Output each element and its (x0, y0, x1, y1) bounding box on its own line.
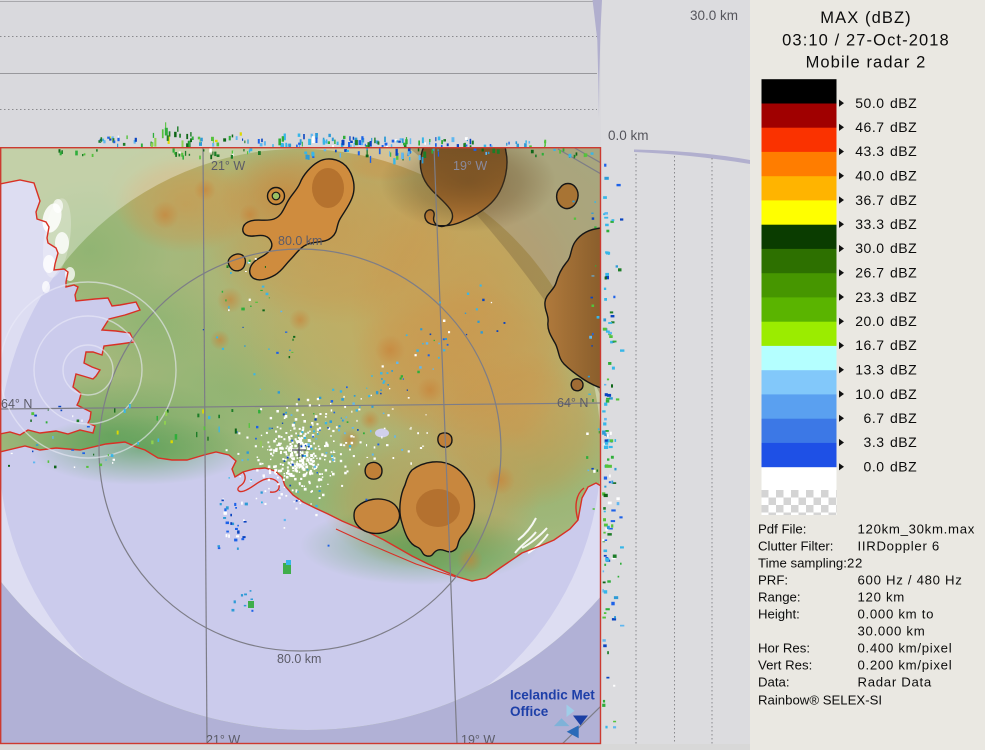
svg-text:Rainbow® SELEX-SI: Rainbow® SELEX-SI (758, 693, 882, 708)
svg-text:dBZ: dBZ (890, 168, 917, 184)
svg-text:30.000 km: 30.000 km (858, 624, 926, 639)
svg-text:Height:: Height: (758, 607, 800, 622)
svg-text:dBZ: dBZ (890, 265, 917, 281)
svg-text:dBZ: dBZ (890, 192, 917, 208)
svg-text:600 Hz / 480 Hz: 600 Hz / 480 Hz (858, 572, 963, 587)
svg-text:0.200 km/pixel: 0.200 km/pixel (858, 658, 953, 673)
svg-text:Range:: Range: (758, 590, 801, 605)
svg-text:Office: Office (510, 704, 549, 719)
svg-text:120 km: 120 km (858, 590, 905, 605)
svg-text:dBZ: dBZ (890, 216, 917, 232)
svg-text:0.0 km: 0.0 km (608, 128, 649, 143)
svg-text:33.3: 33.3 (855, 216, 884, 232)
svg-text:30.0 km: 30.0 km (690, 8, 738, 23)
svg-text:Radar Data: Radar Data (858, 675, 932, 690)
svg-text:0.0: 0.0 (864, 459, 885, 475)
svg-text:16.7: 16.7 (855, 337, 884, 353)
svg-text:Hor Res:: Hor Res: (758, 641, 810, 656)
svg-text:0.000 km to: 0.000 km to (858, 607, 935, 622)
svg-text:Vert Res:: Vert Res: (758, 658, 812, 673)
svg-text:Data:: Data: (758, 675, 790, 690)
svg-text:dBZ: dBZ (890, 459, 917, 475)
svg-text:64° N: 64° N (557, 396, 588, 410)
svg-text:Clutter Filter:: Clutter Filter: (758, 538, 833, 553)
svg-text:46.7: 46.7 (855, 119, 884, 135)
svg-text:30.0: 30.0 (855, 240, 884, 256)
svg-text:0.400 km/pixel: 0.400 km/pixel (858, 641, 953, 656)
svg-text:dBZ: dBZ (890, 95, 917, 111)
svg-text:dBZ: dBZ (890, 119, 917, 135)
svg-text:3.3: 3.3 (864, 434, 885, 450)
svg-text:dBZ: dBZ (890, 143, 917, 159)
svg-text:50.0: 50.0 (855, 95, 884, 111)
svg-text:40.0: 40.0 (855, 168, 884, 184)
svg-text:dBZ: dBZ (890, 362, 917, 378)
svg-text:Icelandic Met: Icelandic Met (510, 688, 595, 703)
svg-text:dBZ: dBZ (890, 386, 917, 402)
svg-text:6.7: 6.7 (864, 410, 885, 426)
svg-text:36.7: 36.7 (855, 192, 884, 208)
svg-text:13.3: 13.3 (855, 362, 884, 378)
svg-text:dBZ: dBZ (890, 313, 917, 329)
svg-text:80.0 km: 80.0 km (277, 652, 321, 666)
svg-text:26.7: 26.7 (855, 265, 884, 281)
svg-text:PRF:: PRF: (758, 572, 788, 587)
svg-text:80.0 km: 80.0 km (278, 234, 322, 248)
svg-text:20.0: 20.0 (855, 313, 884, 329)
svg-text:MAX (dBZ): MAX (dBZ) (820, 9, 912, 27)
svg-text:120km_30km.max: 120km_30km.max (858, 521, 976, 536)
svg-text:Time sampling:: Time sampling: (758, 555, 847, 570)
svg-text:10.0: 10.0 (855, 386, 884, 402)
svg-text:43.3: 43.3 (855, 143, 884, 159)
svg-text:23.3: 23.3 (855, 289, 884, 305)
svg-text:64° N: 64° N (1, 397, 32, 411)
svg-text:03:10 / 27-Oct-2018: 03:10 / 27-Oct-2018 (782, 32, 950, 50)
svg-text:dBZ: dBZ (890, 337, 917, 353)
svg-text:21° W: 21° W (211, 159, 245, 173)
svg-text:19° W: 19° W (453, 159, 487, 173)
svg-text:Mobile radar 2: Mobile radar 2 (806, 54, 927, 72)
svg-text:dBZ: dBZ (890, 240, 917, 256)
svg-text:Pdf File:: Pdf File: (758, 521, 806, 536)
svg-text:dBZ: dBZ (890, 289, 917, 305)
svg-text:IIRDoppler 6: IIRDoppler 6 (858, 538, 940, 553)
svg-text:dBZ: dBZ (890, 434, 917, 450)
svg-text:22: 22 (847, 555, 863, 570)
svg-text:dBZ: dBZ (890, 410, 917, 426)
